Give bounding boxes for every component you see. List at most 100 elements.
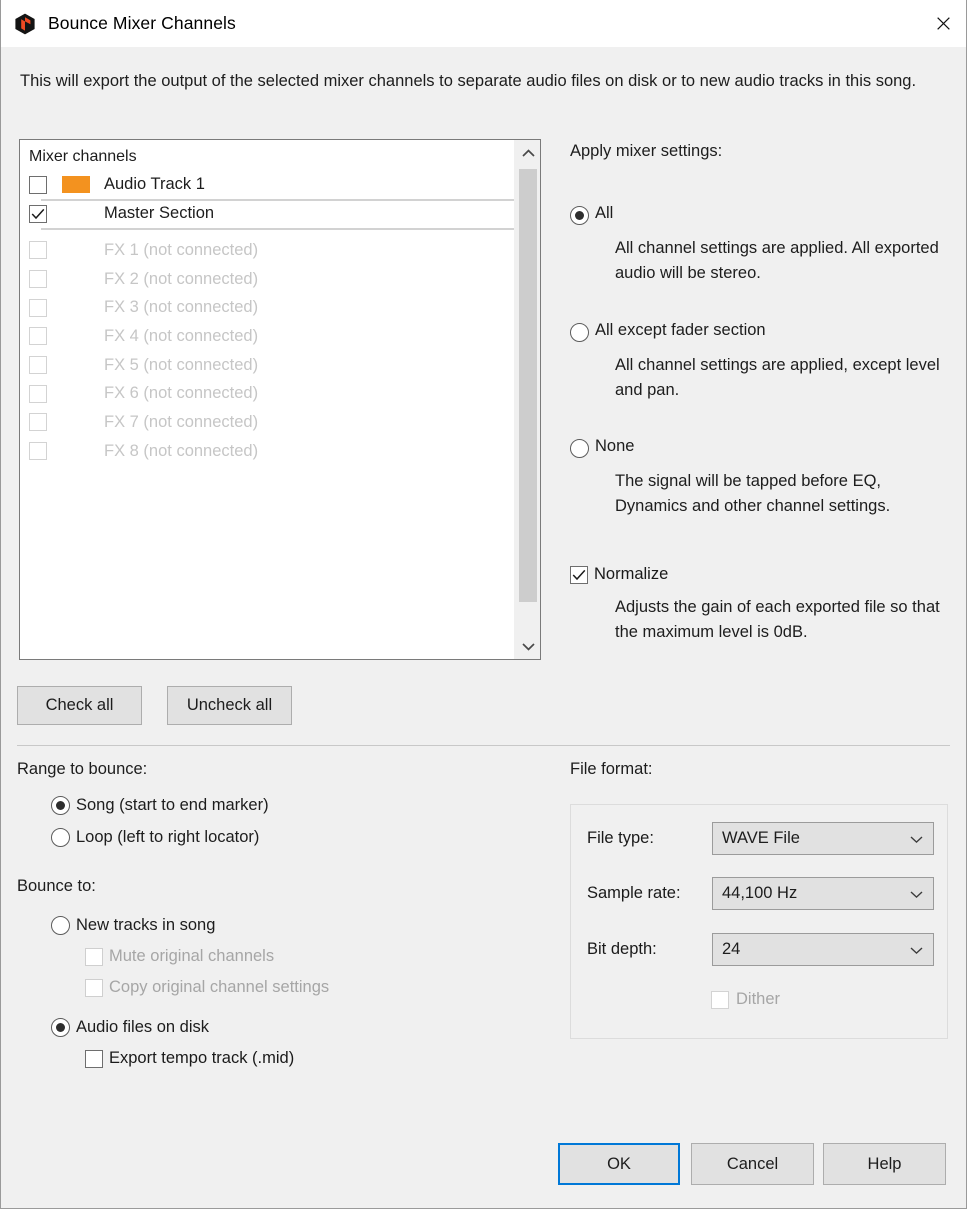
checkbox-mute-original-channels: Mute original channels: [85, 947, 537, 966]
list-item[interactable]: Master Section: [20, 199, 540, 230]
radio-option-new-tracks[interactable]: New tracks in song: [51, 916, 537, 935]
ok-button[interactable]: OK: [558, 1143, 680, 1185]
dither-label: Dither: [736, 990, 781, 1008]
radio-option-song[interactable]: Song (start to end marker): [51, 796, 537, 815]
list-item: FX 1 (not connected): [20, 236, 540, 265]
checkbox-copy-original-settings: Copy original channel settings: [85, 978, 537, 997]
list-item-label: FX 1 (not connected): [104, 240, 259, 259]
radio-option-loop[interactable]: Loop (left to right locator): [51, 828, 537, 847]
bit-depth-select[interactable]: 24: [712, 933, 934, 966]
list-item: FX 8 (not connected): [20, 437, 540, 466]
radio-label: None: [595, 437, 635, 455]
list-item: FX 4 (not connected): [20, 322, 540, 351]
radio-indicator[interactable]: [51, 796, 70, 815]
radio-option-all-except-fader[interactable]: All except fader section: [570, 321, 950, 342]
file-format-title: File format:: [570, 760, 653, 778]
cancel-button[interactable]: Cancel: [691, 1143, 814, 1185]
close-button[interactable]: [920, 0, 966, 46]
radio-option-audio-files-on-disk[interactable]: Audio files on disk: [51, 1018, 537, 1037]
list-item-label: Audio Track 1: [104, 175, 205, 193]
radio-indicator[interactable]: [51, 828, 70, 847]
apply-mixer-settings-section: Apply mixer settings: All All channel se…: [570, 142, 950, 645]
list-item[interactable]: Audio Track 1: [20, 170, 540, 201]
channel-checkbox[interactable]: [29, 204, 47, 223]
normalize-label: Normalize: [594, 565, 669, 583]
sample-rate-select[interactable]: 44,100 Hz: [712, 877, 934, 910]
file-format-section: File format: File type: WAVE File Sample…: [570, 760, 948, 1039]
scroll-up-button[interactable]: [515, 140, 540, 166]
list-item-label: FX 4 (not connected): [104, 326, 259, 345]
normalize-option[interactable]: Normalize: [570, 565, 950, 584]
radio-indicator[interactable]: [570, 323, 589, 342]
list-item-label: FX 5 (not connected): [104, 355, 259, 374]
option-description: All channel settings are applied. All ex…: [615, 239, 939, 282]
range-to-bounce-title: Range to bounce:: [17, 760, 148, 778]
radio-indicator[interactable]: [51, 916, 70, 935]
chevron-down-icon: [910, 829, 923, 848]
scrollbar-thumb[interactable]: [519, 169, 537, 602]
file-type-value: WAVE File: [722, 829, 800, 847]
list-item: FX 5 (not connected): [20, 351, 540, 380]
close-icon: [936, 16, 950, 30]
dither-option: Dither: [711, 990, 780, 1009]
bounce-mixer-channels-dialog: Bounce Mixer Channels This will export t…: [0, 0, 967, 1209]
sample-rate-label: Sample rate:: [587, 884, 681, 902]
title-bar: Bounce Mixer Channels: [1, 0, 966, 47]
radio-label: Audio files on disk: [76, 1018, 209, 1036]
radio-indicator[interactable]: [570, 439, 589, 458]
file-type-label: File type:: [587, 829, 654, 847]
mixer-channels-listbox[interactable]: Mixer channels Audio Track 1 Master Sect…: [19, 139, 541, 660]
option-description: The signal will be tapped before EQ, Dyn…: [615, 472, 891, 515]
list-item-label: FX 8 (not connected): [104, 441, 259, 460]
radio-indicator[interactable]: [51, 1018, 70, 1037]
checkbox-label: Export tempo track (.mid): [109, 1049, 295, 1067]
help-button[interactable]: Help: [823, 1143, 946, 1185]
app-cube-icon: [12, 11, 38, 37]
sample-rate-value: 44,100 Hz: [722, 884, 798, 902]
channel-checkbox: [29, 413, 47, 432]
file-format-group: File type: WAVE File Sample rate: 44,100…: [570, 804, 948, 1039]
channel-checkbox: [29, 384, 47, 403]
track-color-swatch: [62, 176, 90, 193]
normalize-description: Adjusts the gain of each exported file s…: [615, 598, 940, 641]
checkbox-label: Copy original channel settings: [109, 978, 330, 996]
radio-option-none[interactable]: None: [570, 437, 950, 458]
radio-label: All except fader section: [595, 321, 766, 339]
window-title: Bounce Mixer Channels: [48, 13, 236, 33]
export-tempo-checkbox[interactable]: [85, 1049, 103, 1068]
check-icon: [572, 569, 586, 580]
channel-checkbox: [29, 241, 47, 260]
channel-checkbox: [29, 270, 47, 289]
file-type-row: File type: WAVE File: [587, 822, 934, 855]
radio-label: New tracks in song: [76, 916, 216, 934]
section-divider: [17, 745, 950, 746]
intro-description: This will export the output of the selec…: [20, 72, 917, 90]
channel-checkbox[interactable]: [29, 175, 47, 194]
radio-label: Song (start to end marker): [76, 796, 269, 814]
list-item: FX 6 (not connected): [20, 379, 540, 408]
radio-indicator[interactable]: [570, 206, 589, 225]
bit-depth-row: Bit depth: 24: [587, 933, 934, 966]
bit-depth-label: Bit depth:: [587, 940, 657, 958]
file-type-select[interactable]: WAVE File: [712, 822, 934, 855]
check-all-button[interactable]: Check all: [17, 686, 142, 725]
channel-checkbox: [29, 298, 47, 317]
list-item-label: FX 3 (not connected): [104, 298, 259, 317]
channel-checkbox: [29, 442, 47, 461]
list-item: FX 7 (not connected): [20, 408, 540, 437]
radio-label: Loop (left to right locator): [76, 828, 260, 846]
list-item-label: FX 6 (not connected): [104, 384, 259, 403]
checkbox-export-tempo-track[interactable]: Export tempo track (.mid): [85, 1049, 537, 1068]
list-scrollbar[interactable]: [514, 140, 540, 659]
scroll-down-button[interactable]: [515, 633, 540, 659]
dither-checkbox: [711, 990, 729, 1009]
radio-option-all[interactable]: All: [570, 204, 950, 225]
list-item-label: FX 7 (not connected): [104, 412, 259, 431]
copy-settings-checkbox: [85, 978, 103, 997]
chevron-down-icon: [521, 642, 535, 651]
normalize-checkbox[interactable]: [570, 565, 588, 584]
uncheck-all-button[interactable]: Uncheck all: [167, 686, 292, 725]
radio-label: All: [595, 204, 614, 222]
apply-mixer-settings-title: Apply mixer settings:: [570, 142, 723, 160]
channel-checkbox: [29, 327, 47, 346]
